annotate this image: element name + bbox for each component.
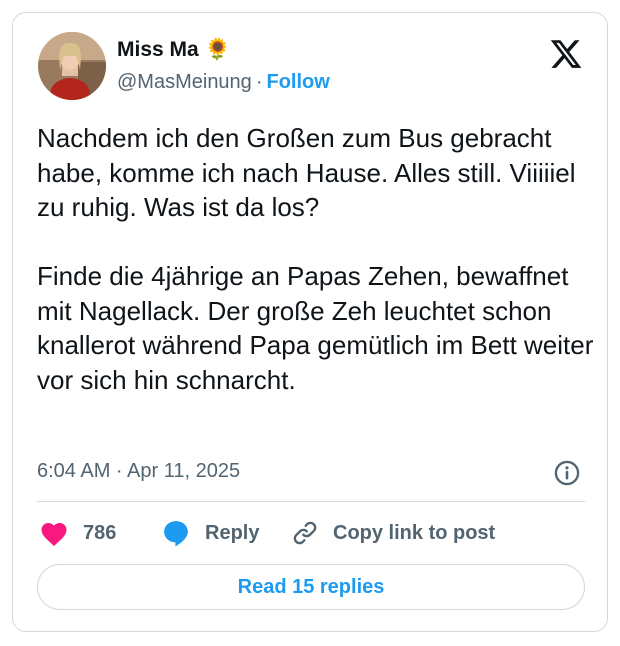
like-count: 786 [83,521,117,544]
author-meta: @MasMeinung · Follow [117,71,330,94]
tweet-text: Nachdem ich den Großen zum Bus gebracht … [37,121,597,397]
copy-link-button[interactable]: Copy link to post [291,516,495,550]
separator-dot: · [255,71,263,93]
read-replies-button[interactable]: Read 15 replies [37,564,585,610]
tweet-paragraph: Finde die 4jährige an Papas Zehen, bewaf… [37,261,594,395]
author-handle[interactable]: @MasMeinung [117,71,252,93]
speech-bubble-icon [164,521,188,547]
reply-button[interactable]: Reply [161,516,259,550]
follow-button[interactable]: Follow [266,71,329,93]
like-button[interactable]: 786 [39,516,116,550]
x-logo-icon[interactable] [549,37,583,71]
tweet-paragraph: Nachdem ich den Großen zum Bus gebracht … [37,123,576,222]
tweet-timestamp[interactable]: 6:04 AM · Apr 11, 2025 [37,460,240,483]
avatar[interactable] [38,32,106,100]
link-icon [293,521,317,545]
author-name[interactable]: Miss Ma 🌻 [117,38,231,62]
copy-link-label: Copy link to post [333,521,496,544]
tweet-card: Miss Ma 🌻 @MasMeinung · Follow Nachdem ich… [12,12,608,632]
info-icon[interactable] [553,459,581,487]
reply-label: Reply [205,521,260,544]
divider [37,501,585,502]
heart-icon [41,523,67,546]
